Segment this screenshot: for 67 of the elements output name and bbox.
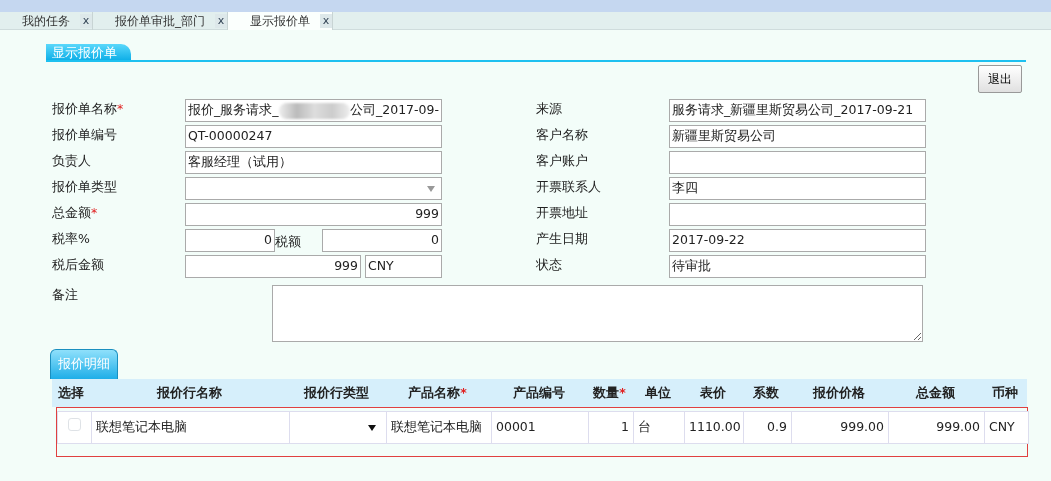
- input-field[interactable]: 0: [185, 229, 275, 252]
- column-header: 总金额: [887, 379, 983, 407]
- table-cell: 联想笔记本电脑: [386, 411, 492, 444]
- close-button[interactable]: x: [320, 14, 332, 28]
- caret-icon: [368, 424, 376, 431]
- input-field[interactable]: 新疆里斯贸易公司: [669, 125, 926, 148]
- table-cell: 台: [633, 411, 685, 444]
- column-header: 报价价格: [790, 379, 887, 407]
- table-cell: 999.00: [791, 411, 889, 444]
- table-cell: 1110.00: [684, 411, 744, 444]
- column-header: 选择: [52, 379, 90, 407]
- field-label: 开票地址: [536, 204, 589, 222]
- input-field[interactable]: 李四: [669, 177, 926, 200]
- field-label: 状态: [536, 256, 563, 274]
- input-field[interactable]: 客服经理（试用）: [185, 151, 442, 174]
- field-label: 客户账户: [536, 152, 589, 170]
- tab[interactable]: 报价单审批_部门 x: [93, 12, 228, 30]
- column-header: 报价行类型: [288, 379, 385, 407]
- field-label: 来源: [536, 100, 563, 118]
- field-label: 负责人: [52, 152, 92, 170]
- table-cell: 0.9: [743, 411, 792, 444]
- field-label: 税后金额: [52, 256, 105, 274]
- field-label: 产生日期: [536, 230, 589, 248]
- section-title: 显示报价单: [46, 44, 131, 60]
- input-field[interactable]: 2017-09-22: [669, 229, 926, 252]
- checkbox[interactable]: [68, 418, 81, 431]
- blurred-region: [278, 102, 350, 119]
- tab[interactable]: 显示报价单 x: [228, 12, 333, 30]
- field-label: 总金额*: [52, 204, 99, 222]
- table-cell: 999.00: [888, 411, 985, 444]
- input-field[interactable]: QT-00000247: [185, 125, 442, 148]
- table-cell: 1: [588, 411, 634, 444]
- input-field[interactable]: 报价_服务请求_ 公司_2017-09-: [185, 99, 442, 122]
- field-label: 税率%: [52, 230, 91, 248]
- remark-field[interactable]: [272, 285, 923, 342]
- field-label: 客户名称: [536, 126, 589, 144]
- column-header: 数量*: [587, 379, 632, 407]
- field-label: 税额: [275, 233, 302, 251]
- column-header: 表价: [683, 379, 742, 407]
- column-header: 币种: [983, 379, 1027, 407]
- input-field[interactable]: 待审批: [669, 255, 926, 278]
- field-label: 报价单类型: [52, 178, 118, 196]
- column-header: 报价行名称: [90, 379, 288, 407]
- input-field[interactable]: 服务请求_新疆里斯贸易公司_2017-09-21: [669, 99, 926, 122]
- column-header: 产品编号: [490, 379, 587, 407]
- table-cell: 00001: [491, 411, 589, 444]
- field-label: 报价单编号: [52, 126, 118, 144]
- exit-button[interactable]: 退出: [978, 65, 1022, 93]
- table-cell: CNY: [984, 411, 1029, 444]
- field-label: 备注: [52, 286, 79, 304]
- select-field[interactable]: [185, 177, 442, 200]
- input-field[interactable]: 999: [185, 203, 442, 226]
- input-field[interactable]: 0: [322, 229, 442, 252]
- close-button[interactable]: x: [80, 14, 92, 28]
- input-field[interactable]: 999: [185, 255, 361, 278]
- tab[interactable]: 我的任务 x: [0, 12, 93, 30]
- column-header: 单位: [632, 379, 683, 407]
- table-cell: 联想笔记本电脑: [91, 411, 290, 444]
- input-field[interactable]: [669, 203, 926, 226]
- column-header: 产品名称*: [385, 379, 490, 407]
- input-field[interactable]: [669, 151, 926, 174]
- field-label: 报价单名称*: [52, 100, 125, 118]
- input-field[interactable]: CNY: [365, 255, 442, 278]
- close-button[interactable]: x: [215, 14, 227, 28]
- caret-icon: [427, 185, 435, 192]
- column-header: 系数: [742, 379, 790, 407]
- field-label: 开票联系人: [536, 178, 602, 196]
